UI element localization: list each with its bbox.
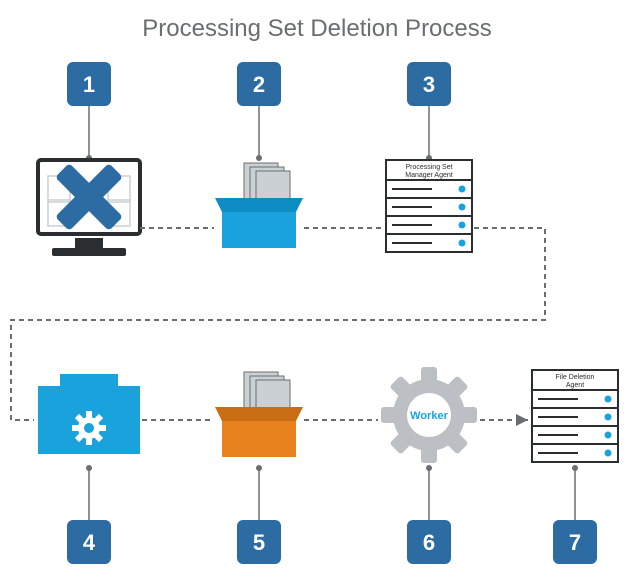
svg-text:3: 3	[423, 72, 435, 97]
diagram-root: Processing Set Deletion Process 1 2 3 Pr…	[0, 0, 634, 587]
server-label: Manager Agent	[405, 172, 453, 179]
step-badge-4: 4	[67, 520, 111, 564]
monitor-icon	[38, 160, 140, 256]
step-badge-5: 5	[237, 520, 281, 564]
gear-small-icon	[72, 411, 106, 445]
step-badge-6: 6	[407, 520, 451, 564]
storage-gear-icon	[38, 374, 140, 454]
server-label: File Deletion	[556, 374, 595, 381]
svg-text:4: 4	[83, 530, 96, 555]
page-title: Processing Set Deletion Process	[142, 15, 492, 42]
inbox-cyan-icon	[215, 163, 303, 248]
svg-text:1: 1	[83, 72, 95, 97]
server-label: Agent	[566, 382, 584, 389]
worker-label: Worker	[410, 410, 448, 422]
svg-text:5: 5	[253, 530, 265, 555]
server-filedeletion-icon: File Deletion Agent	[532, 370, 618, 462]
gear-worker-icon: Worker	[381, 367, 477, 463]
step-badge-3: 3	[407, 62, 451, 106]
svg-text:7: 7	[569, 530, 581, 555]
step-badge-1: 1	[67, 62, 111, 106]
inbox-orange-icon	[215, 372, 303, 457]
svg-text:2: 2	[253, 72, 265, 97]
step-badge-2: 2	[237, 62, 281, 106]
server-processing-icon: Processing Set Manager Agent	[386, 160, 472, 252]
svg-text:6: 6	[423, 530, 435, 555]
server-label: Processing Set	[405, 164, 452, 171]
step-badge-7: 7	[553, 520, 597, 564]
